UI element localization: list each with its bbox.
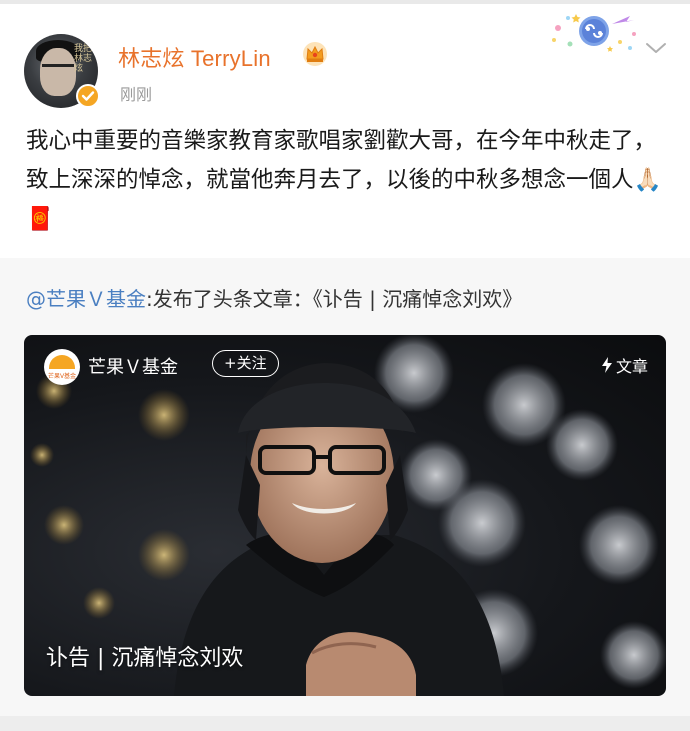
mango-fund-logo-icon[interactable]: 芒果V基金 [44,349,80,385]
card-account-name[interactable]: 芒果Ｖ基金 [88,353,178,379]
article-title[interactable]: 讣告 | 沉痛悼念刘欢 [46,640,243,672]
follow-button[interactable]: +关注 [212,350,279,377]
vip-crown-icon[interactable] [302,41,328,67]
repost-mention-link[interactable]: @芒果Ｖ基金 [26,287,146,311]
avatar-glasses [42,64,74,72]
username[interactable]: 林志炫 TerryLin [118,41,271,73]
repost-block[interactable]: @芒果Ｖ基金:发布了头条文章：《讣告 | 沉痛悼念刘欢》 芒果V基金 芒果Ｖ基金… [0,258,690,716]
avatar-script-text: 我把 林志 炫 [73,44,92,74]
article-card[interactable]: 芒果V基金 芒果Ｖ基金 +关注 文章 讣告 | 沉痛悼念刘欢 [24,335,666,696]
chevron-down-icon[interactable] [645,40,667,56]
post-content: 我心中重要的音樂家教育家歌唱家劉歡大哥，在今年中秋走了，致上深深的悼念，就當他奔… [26,128,662,232]
repost-text: :发布了头条文章：《讣告 | 沉痛悼念刘欢》 [146,287,523,311]
avatar-face [40,48,76,96]
lightning-icon [601,357,612,373]
logo-text: 芒果V基金 [47,373,77,380]
post-timestamp: 刚刚 [120,87,153,104]
article-type-tag: 文章 [601,353,648,377]
cancer-zodiac-badge-icon[interactable] [546,10,642,54]
article-tag-label: 文章 [615,357,648,376]
verified-badge-icon [76,84,100,108]
bottom-divider [0,716,690,731]
repost-summary: @芒果Ｖ基金:发布了头条文章：《讣告 | 沉痛悼念刘欢》 [26,283,522,312]
weibo-post: 我把 林志 炫 林志炫 TerryLin 刚刚 我心中重要的音樂家教育家歌唱家劉… [0,4,690,258]
logo-sun-shape [49,355,75,369]
